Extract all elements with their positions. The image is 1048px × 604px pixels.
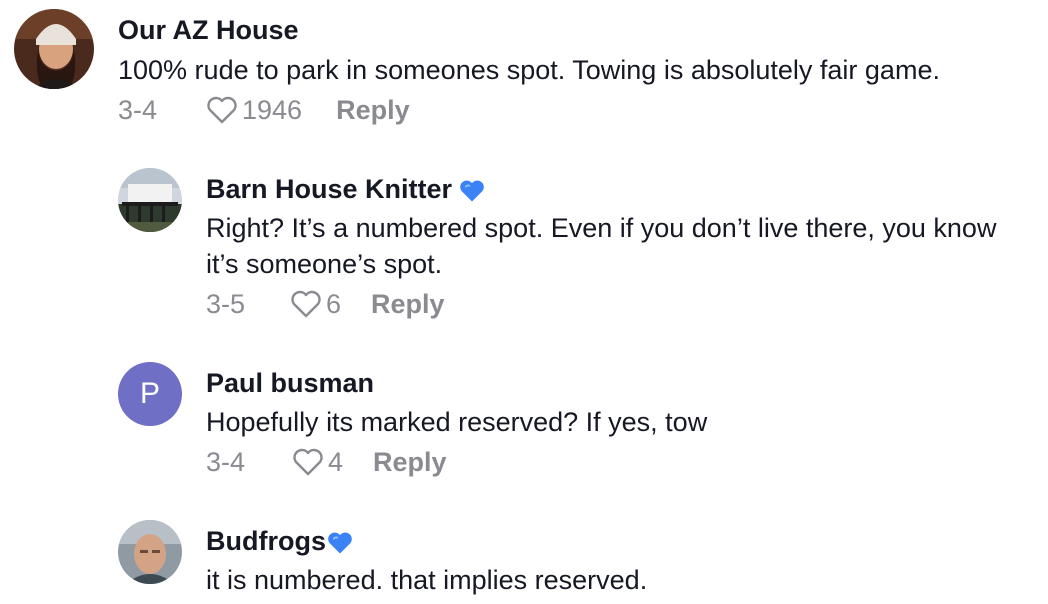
comment-date: 3-4 — [118, 94, 158, 125]
like-button[interactable]: 6 — [290, 289, 341, 320]
comment-meta: 3-4 1946 Reply — [118, 92, 410, 128]
heart-outline-icon — [291, 290, 321, 318]
heart-outline-icon — [207, 96, 237, 124]
avatar-letter: P — [139, 377, 160, 410]
author-name: Barn House Knitter — [206, 174, 453, 204]
comment-author[interactable]: Barn House Knitter — [206, 173, 486, 205]
avatar[interactable]: P — [118, 362, 182, 426]
like-count: 1946 — [242, 94, 303, 125]
comment-author[interactable]: Our AZ House — [118, 14, 299, 46]
comment-budfrogs: Budfrogs it is numbered. that implies re… — [0, 516, 1048, 604]
comment-text: Right? It’s a numbered spot. Even if you… — [206, 213, 997, 279]
blue-heart-badge-icon — [460, 180, 484, 202]
comment-text: 100% rude to park in someones spot. Towi… — [118, 55, 940, 85]
blue-heart-badge-icon — [328, 532, 352, 554]
comment-author[interactable]: Paul busman — [206, 367, 374, 399]
comment-date: 3-5 — [206, 288, 246, 319]
like-button[interactable]: 4 — [292, 447, 343, 478]
avatar[interactable] — [118, 520, 182, 584]
comment-meta: 3-5 6 Reply — [206, 286, 445, 322]
comment-barn-house-knitter: Barn House Knitter Right? It’s a numbere… — [0, 160, 1048, 340]
comment-meta: 3-4 4 Reply — [206, 444, 447, 480]
comment-our-az-house: Our AZ House 100% rude to park in someon… — [0, 0, 1048, 140]
avatar[interactable] — [118, 168, 182, 232]
reply-button[interactable]: Reply — [373, 447, 447, 478]
comment-paul-busman: P Paul busman Hopefully its marked reser… — [0, 356, 1048, 496]
like-count: 4 — [328, 446, 344, 477]
like-count: 6 — [326, 288, 342, 319]
reply-button[interactable]: Reply — [336, 95, 410, 126]
like-button[interactable]: 1946 — [206, 95, 302, 126]
reply-button[interactable]: Reply — [371, 289, 445, 320]
comment-text: it is numbered. that implies reserved. — [206, 565, 648, 595]
comment-text: Hopefully its marked reserved? If yes, t… — [206, 407, 708, 437]
heart-outline-icon — [293, 448, 323, 476]
avatar[interactable] — [14, 9, 94, 89]
comment-date: 3-4 — [206, 446, 246, 477]
author-name: Budfrogs — [206, 526, 326, 556]
comment-author[interactable]: Budfrogs — [206, 525, 354, 557]
